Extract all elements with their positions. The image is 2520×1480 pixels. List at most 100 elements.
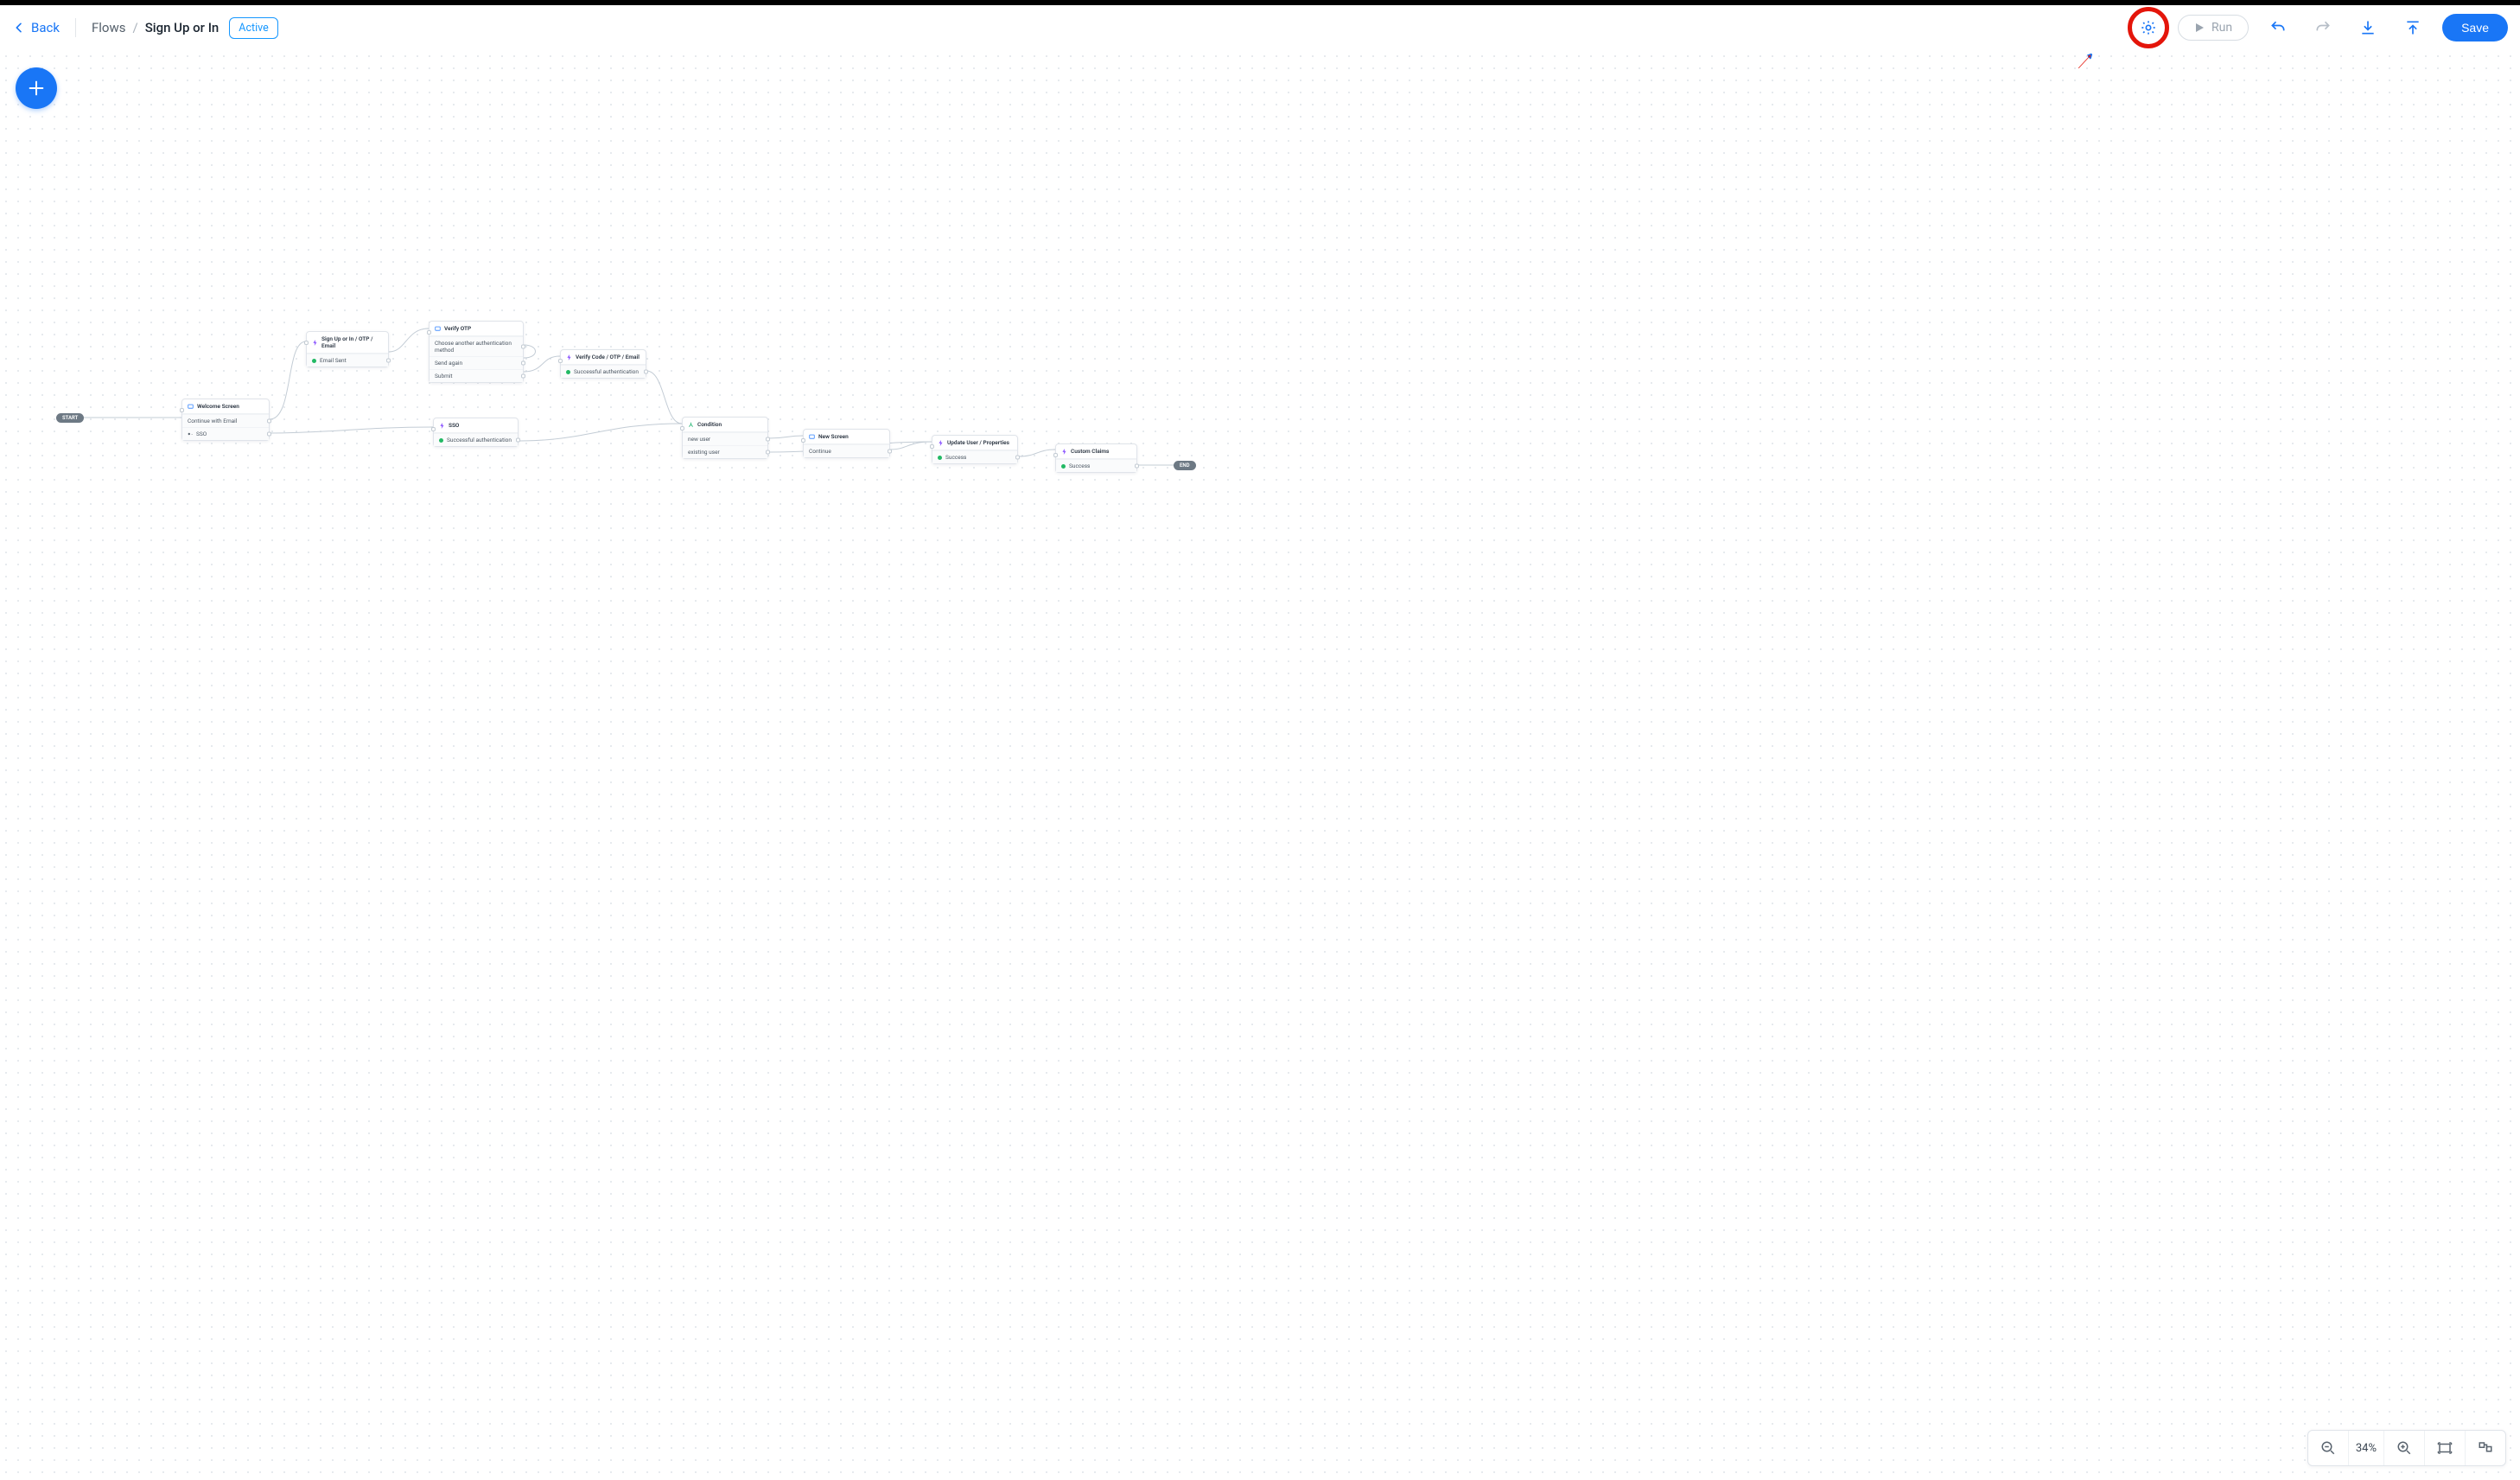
node-new-screen[interactable]: New Screen Continue: [803, 429, 890, 458]
undo-button[interactable]: [2262, 12, 2294, 43]
zoom-in-icon: [2396, 1440, 2412, 1456]
node-row[interactable]: Choose another authentication method: [430, 336, 523, 356]
output-port[interactable]: [521, 374, 525, 379]
import-button[interactable]: [2352, 12, 2383, 43]
status-dot: [566, 370, 570, 374]
input-port[interactable]: [1053, 453, 1058, 457]
add-node-button[interactable]: [16, 67, 57, 109]
breadcrumb-separator: /: [132, 20, 137, 35]
gear-icon: [2140, 19, 2157, 36]
node-sso[interactable]: SSO Successful authentication: [433, 418, 519, 447]
screen-icon: [809, 434, 815, 440]
start-pill: START: [56, 413, 84, 423]
row-label: Success: [945, 454, 966, 461]
node-title: Welcome Screen: [197, 403, 239, 410]
node-condition[interactable]: Condition new user existing user: [682, 417, 768, 459]
node-title: Custom Claims: [1071, 448, 1109, 455]
row-label: Continue with Email: [188, 418, 237, 424]
arrow-left-icon: [12, 21, 26, 35]
zoom-toolbar: 34%: [2307, 1430, 2506, 1466]
node-row[interactable]: SSO: [182, 427, 269, 440]
zoom-in-button[interactable]: [2384, 1431, 2424, 1465]
plus-icon: [27, 79, 46, 98]
output-port[interactable]: [267, 419, 271, 424]
node-row[interactable]: Success: [932, 450, 1017, 463]
key-icon: [188, 431, 193, 437]
node-row[interactable]: Continue with Email: [182, 414, 269, 427]
output-port[interactable]: [521, 361, 525, 366]
layout-icon: [2478, 1440, 2493, 1456]
output-port[interactable]: [644, 370, 648, 374]
bolt-icon: [1061, 449, 1067, 455]
output-port[interactable]: [1135, 464, 1139, 469]
bolt-icon: [312, 340, 318, 346]
node-row[interactable]: Success: [1056, 459, 1136, 472]
node-verify-code[interactable]: Verify Code / OTP / Email Successful aut…: [560, 349, 646, 379]
output-port[interactable]: [386, 359, 391, 363]
input-port[interactable]: [431, 427, 436, 431]
status-dot: [312, 359, 316, 363]
separator: [75, 18, 76, 37]
save-button[interactable]: Save: [2442, 14, 2508, 41]
output-port[interactable]: [766, 450, 770, 455]
node-welcome-screen[interactable]: Welcome Screen Continue with Email SSO: [181, 399, 270, 441]
bolt-icon: [566, 354, 572, 360]
play-icon: [2194, 22, 2205, 33]
input-port[interactable]: [427, 330, 431, 335]
upload-icon: [2404, 19, 2421, 36]
output-port[interactable]: [766, 437, 770, 442]
row-label: existing user: [688, 449, 720, 456]
row-label: Choose another authentication method: [435, 340, 518, 354]
node-row[interactable]: Submit: [430, 369, 523, 382]
bolt-icon: [938, 440, 944, 446]
node-title: Verify Code / OTP / Email: [576, 354, 640, 360]
export-button[interactable]: [2397, 12, 2428, 43]
node-row[interactable]: new user: [683, 432, 767, 445]
fit-view-button[interactable]: [2425, 1431, 2465, 1465]
run-button[interactable]: Run: [2178, 15, 2249, 41]
node-row[interactable]: Email Sent: [307, 354, 388, 367]
node-row[interactable]: Successful authentication: [434, 433, 518, 446]
bolt-icon: [439, 423, 445, 429]
input-port[interactable]: [558, 359, 563, 363]
node-title: Update User / Properties: [947, 439, 1009, 446]
node-title: Verify OTP: [444, 325, 471, 332]
node-title: Condition: [697, 421, 722, 428]
input-port[interactable]: [680, 426, 684, 431]
node-row[interactable]: Send again: [430, 356, 523, 369]
zoom-out-icon: [2320, 1440, 2336, 1456]
node-row[interactable]: existing user: [683, 445, 767, 458]
screen-icon: [435, 326, 441, 332]
input-port[interactable]: [801, 438, 805, 443]
node-title: New Screen: [818, 433, 849, 440]
row-label: Email Sent: [320, 357, 347, 364]
node-row[interactable]: Successful authentication: [561, 365, 646, 378]
status-dot: [938, 456, 942, 460]
input-port[interactable]: [304, 341, 309, 345]
layout-button[interactable]: [2466, 1431, 2505, 1465]
output-port[interactable]: [1015, 456, 1020, 460]
input-port[interactable]: [930, 444, 934, 449]
output-port[interactable]: [521, 345, 525, 349]
undo-icon: [2269, 19, 2287, 36]
input-port[interactable]: [180, 408, 184, 412]
node-row[interactable]: Continue: [804, 444, 889, 457]
zoom-out-button[interactable]: [2308, 1431, 2348, 1465]
output-port[interactable]: [267, 432, 271, 437]
row-label: Submit: [435, 373, 453, 380]
flow-canvas[interactable]: START Welcome Screen Continue with Email…: [0, 50, 2520, 1480]
output-port[interactable]: [888, 450, 892, 454]
back-button[interactable]: Back: [12, 20, 60, 35]
breadcrumb-root[interactable]: Flows: [92, 20, 126, 35]
row-label: SSO: [196, 431, 207, 437]
settings-button[interactable]: [2133, 12, 2164, 43]
node-update-user[interactable]: Update User / Properties Success: [932, 435, 1018, 464]
flow-edges: [0, 50, 2520, 1480]
row-label: Send again: [435, 360, 462, 367]
node-custom-claims[interactable]: Custom Claims Success: [1055, 443, 1137, 473]
node-signup-otp-email[interactable]: Sign Up or In / OTP / Email Email Sent: [306, 331, 389, 367]
branch-icon: [688, 422, 694, 428]
node-verify-otp[interactable]: Verify OTP Choose another authentication…: [429, 321, 524, 383]
redo-button[interactable]: [2307, 12, 2339, 43]
output-port[interactable]: [516, 438, 520, 443]
